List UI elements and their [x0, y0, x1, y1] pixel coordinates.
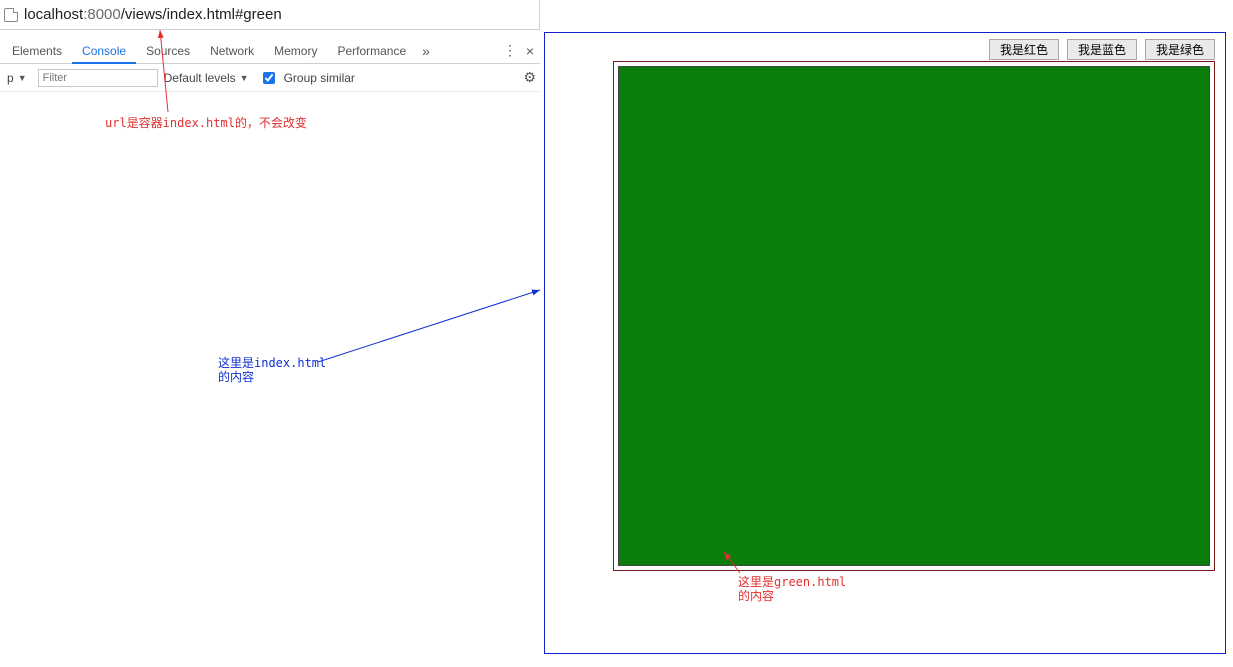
group-similar-label: Group similar	[284, 71, 355, 85]
green-button[interactable]: 我是绿色	[1145, 39, 1215, 60]
more-tabs-icon[interactable]: »	[416, 43, 436, 59]
tab-console[interactable]: Console	[72, 38, 136, 64]
context-label: p	[7, 71, 14, 85]
group-similar-checkbox[interactable]	[263, 72, 275, 84]
color-button-row: 我是红色 我是蓝色 我是绿色	[989, 39, 1215, 60]
url-display: localhost:8000/views/index.html#green	[24, 6, 282, 23]
arrow-to-index-frame	[318, 290, 540, 362]
content-frame	[613, 61, 1215, 571]
log-levels-label: Default levels	[164, 71, 236, 85]
index-frame: 我是红色 我是蓝色 我是绿色	[544, 32, 1226, 654]
url-port: :8000	[83, 6, 121, 23]
devtools-tab-strip: Elements Console Sources Network Memory …	[0, 38, 540, 64]
page-icon	[4, 8, 18, 22]
gear-icon[interactable]: ⚙	[523, 69, 536, 86]
tab-memory[interactable]: Memory	[264, 38, 327, 64]
chevron-down-icon: ▼	[240, 73, 249, 83]
url-path: /views/index.html#green	[121, 6, 282, 23]
blue-button[interactable]: 我是蓝色	[1067, 39, 1137, 60]
annotation-index: 这里是index.html 的内容	[218, 356, 326, 384]
chevron-down-icon: ▼	[18, 73, 27, 83]
red-button[interactable]: 我是红色	[989, 39, 1059, 60]
filter-input[interactable]	[38, 69, 158, 87]
annotation-url: url是容器index.html的，不会改变	[105, 116, 307, 130]
annotation-green: 这里是green.html 的内容	[738, 575, 846, 603]
console-toolbar: p ▼ Default levels ▼ Group similar ⚙	[0, 64, 540, 92]
log-levels-selector[interactable]: Default levels ▼	[164, 71, 249, 85]
tab-sources[interactable]: Sources	[136, 38, 200, 64]
close-icon[interactable]: ×	[520, 43, 540, 59]
url-host: localhost	[24, 6, 83, 23]
tab-performance[interactable]: Performance	[327, 38, 416, 64]
green-content	[618, 66, 1210, 566]
tab-network[interactable]: Network	[200, 38, 264, 64]
context-selector[interactable]: p ▼	[2, 68, 32, 88]
tab-elements[interactable]: Elements	[2, 38, 72, 64]
address-bar[interactable]: localhost:8000/views/index.html#green	[0, 0, 540, 30]
kebab-icon[interactable]: ⋮	[500, 42, 520, 59]
